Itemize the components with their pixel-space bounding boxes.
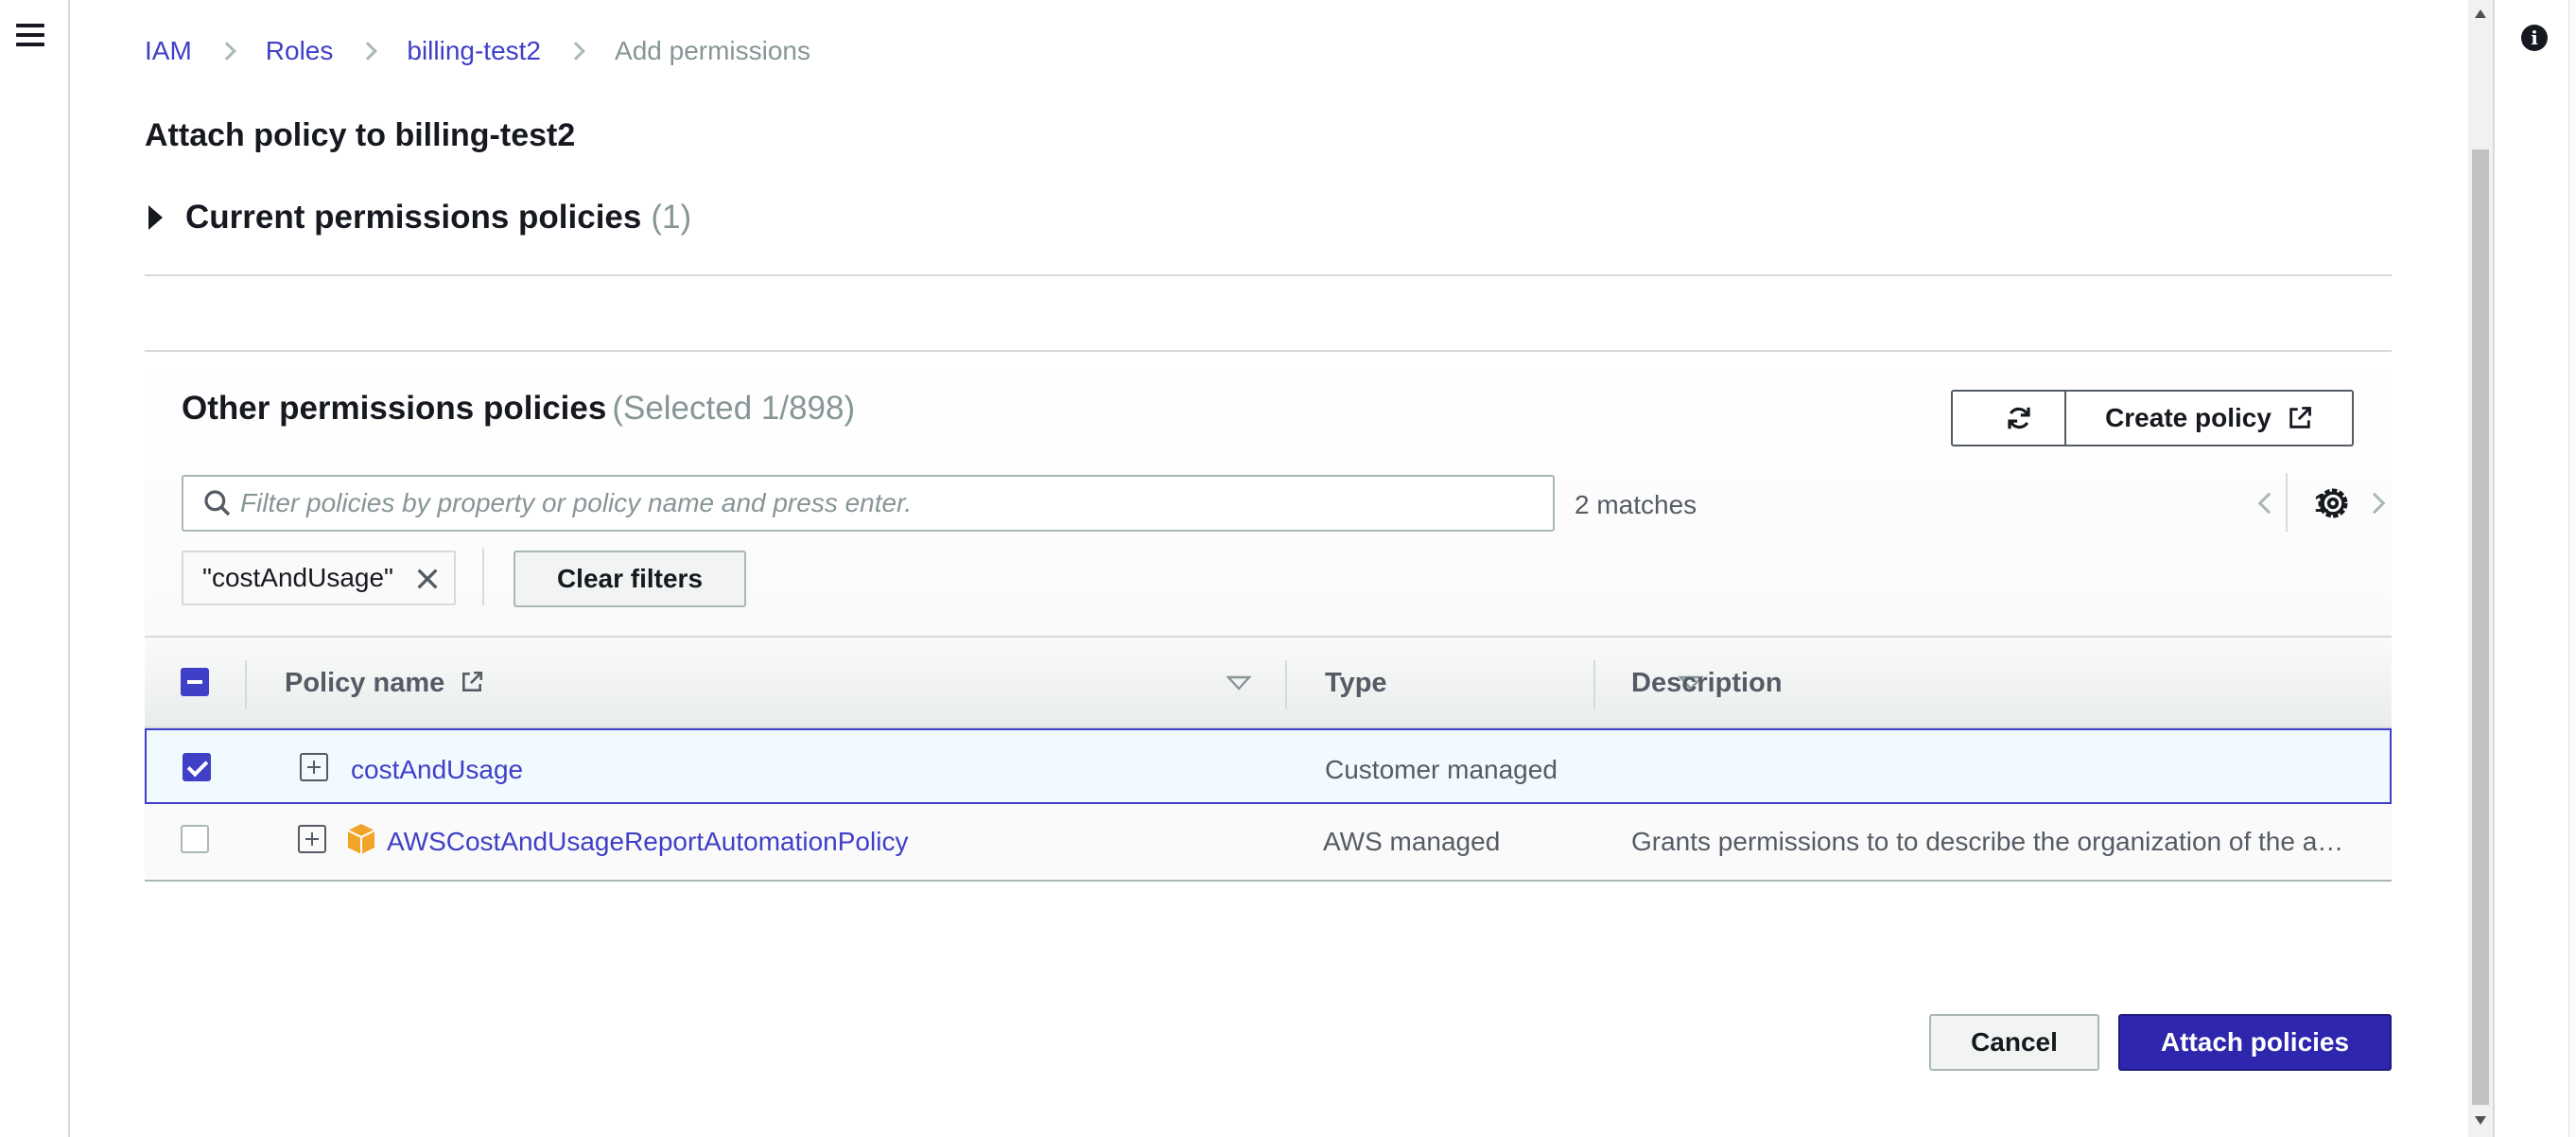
other-permissions-panel: Other permissions policies (Selected 1/89… — [145, 350, 2392, 882]
chevron-right-icon — [358, 42, 378, 61]
column-label: Policy name — [285, 668, 445, 698]
sort-icon[interactable] — [1227, 675, 1251, 691]
current-permissions-expander[interactable]: Current permissions policies (1) — [145, 199, 691, 236]
breadcrumb-roles[interactable]: Roles — [266, 36, 334, 66]
divider — [145, 274, 2392, 276]
policy-type: Customer managed — [1325, 755, 1558, 784]
settings-icon[interactable] — [2314, 484, 2352, 522]
current-permissions-count: (1) — [651, 199, 692, 236]
caret-right-icon — [148, 205, 163, 230]
search-input[interactable] — [240, 488, 1545, 518]
policy-name-link[interactable]: AWSCostAndUsageReportAutomationPolicy — [387, 827, 908, 857]
policy-type: AWS managed — [1323, 827, 1501, 856]
column-divider — [245, 660, 247, 709]
table-header: Policy name Type Description — [145, 636, 2392, 728]
column-divider — [1593, 660, 1595, 709]
breadcrumb-role[interactable]: billing-test2 — [407, 36, 541, 66]
other-permissions-title: Other permissions policies (Selected 1/89… — [182, 390, 855, 428]
previous-page-icon[interactable] — [2257, 492, 2280, 515]
refresh-icon — [2008, 407, 2030, 429]
policy-name-link[interactable]: costAndUsage — [351, 755, 523, 785]
search-field[interactable] — [182, 475, 1555, 532]
search-icon — [204, 490, 231, 516]
next-page-icon[interactable] — [2363, 492, 2385, 515]
filter-token-label: "costAndUsage" — [202, 563, 393, 592]
breadcrumb-current: Add permissions — [615, 36, 810, 65]
other-permissions-title-text: Other permissions policies — [182, 390, 607, 427]
attach-policies-button[interactable]: Attach policies — [2118, 1014, 2392, 1071]
column-header-policy-name[interactable]: Policy name — [285, 668, 484, 699]
menu-icon[interactable] — [16, 24, 44, 48]
policy-description: Grants permissions to to describe the or… — [1631, 827, 2344, 856]
column-header-description: Description — [1631, 668, 1783, 698]
cancel-button[interactable]: Cancel — [1929, 1014, 2099, 1071]
filter-token: "costAndUsage" — [182, 551, 456, 605]
breadcrumb: IAM Roles billing-test2 Add permissions — [145, 36, 810, 66]
scroll-up-icon[interactable] — [2475, 9, 2486, 18]
create-policy-button[interactable]: Create policy — [2064, 390, 2354, 446]
expand-icon[interactable] — [298, 825, 326, 853]
table-row[interactable]: AWSCostAndUsageReportAutomationPolicy AW… — [145, 804, 2392, 882]
external-link-icon — [462, 671, 483, 691]
current-permissions-title: Current permissions policies — [185, 199, 642, 236]
scroll-down-icon[interactable] — [2475, 1116, 2486, 1125]
clear-filters-button[interactable]: Clear filters — [513, 551, 746, 607]
left-nav-rail — [0, 0, 70, 1137]
token-divider — [482, 549, 484, 605]
breadcrumb-iam[interactable]: IAM — [145, 36, 192, 66]
scrollbar[interactable] — [2468, 0, 2493, 1137]
page-title: Attach policy to billing-test2 — [145, 117, 576, 153]
pager-divider — [2286, 473, 2288, 532]
aws-package-icon — [347, 824, 375, 854]
select-all-checkbox[interactable] — [181, 668, 209, 696]
close-icon[interactable] — [414, 566, 441, 592]
scrollbar-thumb[interactable] — [2472, 149, 2489, 1105]
expand-icon[interactable] — [300, 753, 328, 781]
row-checkbox[interactable] — [183, 753, 211, 781]
info-icon[interactable]: i — [2521, 25, 2548, 51]
matches-count: 2 matches — [1575, 490, 1697, 519]
selected-count: (Selected 1/898) — [612, 390, 856, 427]
external-link-icon — [2289, 407, 2311, 429]
window-edge — [2568, 0, 2576, 1137]
tools-rail: i — [2493, 0, 2576, 1137]
chevron-right-icon — [217, 42, 236, 61]
chevron-right-icon — [566, 42, 585, 61]
create-policy-label: Create policy — [2105, 403, 2271, 432]
row-checkbox[interactable] — [181, 825, 209, 853]
table-row[interactable]: costAndUsage Customer managed — [145, 728, 2392, 804]
column-divider — [1285, 660, 1287, 709]
column-header-type[interactable]: Type — [1325, 668, 1387, 699]
